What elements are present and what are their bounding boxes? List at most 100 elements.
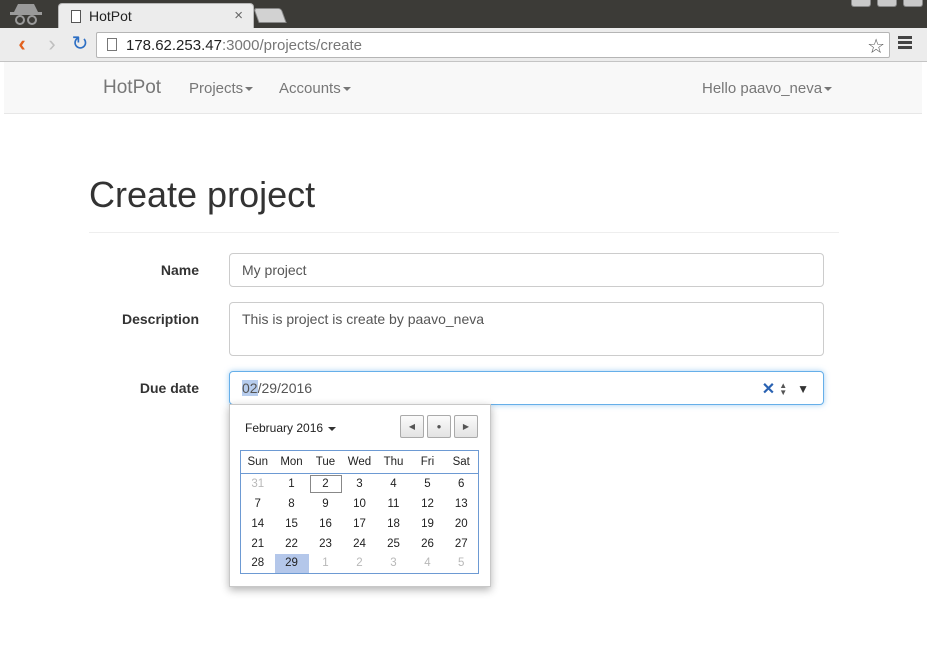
due-date-label: Due date xyxy=(139,380,199,396)
calendar-dropdown-icon[interactable]: ▼ xyxy=(797,382,809,396)
tab-close-icon[interactable]: × xyxy=(234,7,243,24)
week-row: 21 22 23 24 25 26 27 xyxy=(241,534,479,554)
brand-link[interactable]: HotPot xyxy=(103,77,161,99)
page-content: HotPot Projects Accounts Hello paavo_nev… xyxy=(4,62,922,664)
calendar-day[interactable]: 27 xyxy=(445,534,479,554)
description-label: Description xyxy=(121,311,199,327)
week-row: 31 1 2 3 4 5 6 xyxy=(241,474,479,494)
due-date-input[interactable]: 02/29/2016 ✕ ▲ ▼ ▼ xyxy=(229,371,824,405)
next-month-button[interactable]: ▶ xyxy=(454,415,478,438)
calendar-day[interactable]: 14 xyxy=(241,514,275,534)
calendar-day[interactable]: 13 xyxy=(445,494,479,514)
weekday-header: Thu xyxy=(376,450,411,474)
prev-month-button[interactable]: ◀ xyxy=(400,415,424,438)
nav-user-dropdown[interactable]: Hello paavo_neva xyxy=(702,80,833,97)
calendar-day[interactable]: 1 xyxy=(275,474,309,494)
weekday-header: Fri xyxy=(410,450,445,474)
calendar-day-today[interactable]: 2 xyxy=(309,474,343,494)
calendar-day[interactable]: 10 xyxy=(343,494,377,514)
weekday-header: Tue xyxy=(308,450,343,474)
calendar-day[interactable]: 8 xyxy=(275,494,309,514)
incognito-icon xyxy=(10,4,42,25)
window-controls xyxy=(851,0,923,7)
calendar-day[interactable]: 3 xyxy=(343,474,377,494)
week-row: 28 29 1 2 3 4 5 xyxy=(241,553,479,574)
calendar-day[interactable]: 1 xyxy=(309,554,343,574)
caret-down-icon xyxy=(328,426,337,431)
clear-date-icon[interactable]: ✕ xyxy=(762,379,775,399)
week-row: 7 8 9 10 11 12 13 xyxy=(241,494,479,514)
calendar-day[interactable]: 28 xyxy=(241,554,275,574)
calendar-day[interactable]: 18 xyxy=(377,514,411,534)
month-selector[interactable]: February 2016 xyxy=(245,421,337,435)
calendar-day-selected[interactable]: 29 xyxy=(274,553,309,574)
week-row: 14 15 16 17 18 19 20 xyxy=(241,514,479,534)
calendar-grid: Sun Mon Tue Wed Thu Fri Sat 31 1 2 3 4 5 xyxy=(240,450,479,574)
calendar-day[interactable]: 4 xyxy=(377,474,411,494)
today-button[interactable]: ● xyxy=(427,415,451,438)
back-icon[interactable]: ‹ xyxy=(10,33,34,57)
calendar-day[interactable]: 26 xyxy=(411,534,445,554)
weekday-header-row: Sun Mon Tue Wed Thu Fri Sat xyxy=(240,450,479,474)
calendar-day[interactable]: 22 xyxy=(275,534,309,554)
minimize-icon[interactable] xyxy=(851,0,871,7)
tab-title: HotPot xyxy=(89,8,132,24)
weekday-header: Mon xyxy=(274,450,309,474)
browser-menu-icon[interactable] xyxy=(898,36,912,52)
address-bar[interactable]: 178.62.253.47:3000/projects/create ☆ xyxy=(96,32,890,58)
calendar-day[interactable]: 7 xyxy=(241,494,275,514)
calendar-day[interactable]: 6 xyxy=(445,474,479,494)
spin-down-icon[interactable]: ▼ xyxy=(779,389,787,397)
browser-tab[interactable]: HotPot × xyxy=(58,3,254,29)
calendar-day[interactable]: 2 xyxy=(343,554,377,574)
calendar-day[interactable]: 9 xyxy=(309,494,343,514)
nav-projects-dropdown[interactable]: Projects xyxy=(189,80,254,97)
calendar-day[interactable]: 3 xyxy=(377,554,411,574)
browser-toolbar: ‹ › ↻ 178.62.253.47:3000/projects/create… xyxy=(0,28,927,62)
calendar-day[interactable]: 4 xyxy=(411,554,445,574)
page-icon xyxy=(71,10,81,23)
calendar-day[interactable]: 23 xyxy=(309,534,343,554)
name-label: Name xyxy=(160,262,199,278)
new-tab-button[interactable] xyxy=(253,8,287,23)
description-textarea[interactable]: This is project is create by paavo_neva xyxy=(229,302,824,356)
due-date-rest: /29/2016 xyxy=(257,380,313,396)
calendar-nav: ◀ ● ▶ xyxy=(400,415,478,438)
calendar-day[interactable]: 25 xyxy=(377,534,411,554)
date-picker-popup: February 2016 ◀ ● ▶ Sun Mon Tue Wed Thu … xyxy=(229,404,491,587)
nav-accounts-dropdown[interactable]: Accounts xyxy=(279,80,351,97)
due-month-segment: 02 xyxy=(242,380,258,396)
bookmark-star-icon[interactable]: ☆ xyxy=(867,34,885,59)
calendar-day[interactable]: 11 xyxy=(377,494,411,514)
calendar-day[interactable]: 21 xyxy=(241,534,275,554)
calendar-day[interactable]: 20 xyxy=(445,514,479,534)
calendar-day[interactable]: 5 xyxy=(411,474,445,494)
navbar: HotPot Projects Accounts Hello paavo_nev… xyxy=(4,62,922,114)
name-input[interactable]: My project xyxy=(229,253,824,287)
forward-icon[interactable]: › xyxy=(40,33,64,57)
caret-down-icon xyxy=(342,87,351,92)
calendar-day[interactable]: 15 xyxy=(275,514,309,534)
calendar-day[interactable]: 19 xyxy=(411,514,445,534)
url-text[interactable]: 178.62.253.47:3000/projects/create xyxy=(126,37,362,54)
page-title: Create project xyxy=(89,174,316,215)
maximize-icon[interactable] xyxy=(877,0,897,7)
calendar-day[interactable]: 12 xyxy=(411,494,445,514)
calendar-day[interactable]: 17 xyxy=(343,514,377,534)
window-titlebar: HotPot × xyxy=(0,0,927,29)
reload-icon[interactable]: ↻ xyxy=(68,33,92,57)
date-controls: ✕ ▲ ▼ ▼ xyxy=(762,379,809,399)
weekday-header: Sat xyxy=(444,450,479,474)
caret-down-icon xyxy=(824,87,833,92)
calendar-day[interactable]: 16 xyxy=(309,514,343,534)
calendar-day[interactable]: 24 xyxy=(343,534,377,554)
calendar-day[interactable]: 5 xyxy=(445,554,479,574)
page-icon xyxy=(107,38,117,51)
caret-down-icon xyxy=(245,87,254,92)
divider xyxy=(89,232,839,233)
close-window-icon[interactable] xyxy=(903,0,923,7)
weekday-header: Sun xyxy=(240,450,275,474)
weekday-header: Wed xyxy=(342,450,377,474)
date-spinner[interactable]: ▲ ▼ xyxy=(779,382,787,397)
calendar-day[interactable]: 31 xyxy=(241,474,275,494)
